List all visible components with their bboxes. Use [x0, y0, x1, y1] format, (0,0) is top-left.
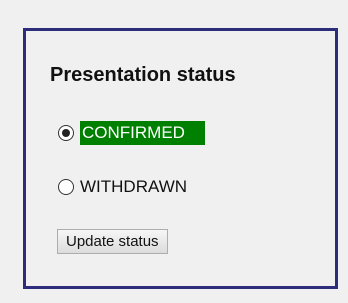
status-option-label-withdrawn[interactable]: WITHDRAWN [80, 177, 187, 197]
status-option-confirmed[interactable]: CONFIRMED [58, 120, 205, 146]
status-option-label-confirmed[interactable]: CONFIRMED [80, 121, 205, 145]
panel-title: Presentation status [50, 64, 236, 86]
radio-confirmed[interactable] [58, 125, 74, 141]
page-background: Presentation status CONFIRMED WITHDRAWN … [0, 0, 348, 303]
update-status-button[interactable]: Update status [57, 229, 168, 254]
radio-withdrawn[interactable] [58, 179, 74, 195]
status-option-withdrawn[interactable]: WITHDRAWN [58, 174, 187, 200]
radio-selected-dot [62, 129, 70, 137]
status-panel: Presentation status CONFIRMED WITHDRAWN … [23, 28, 338, 289]
